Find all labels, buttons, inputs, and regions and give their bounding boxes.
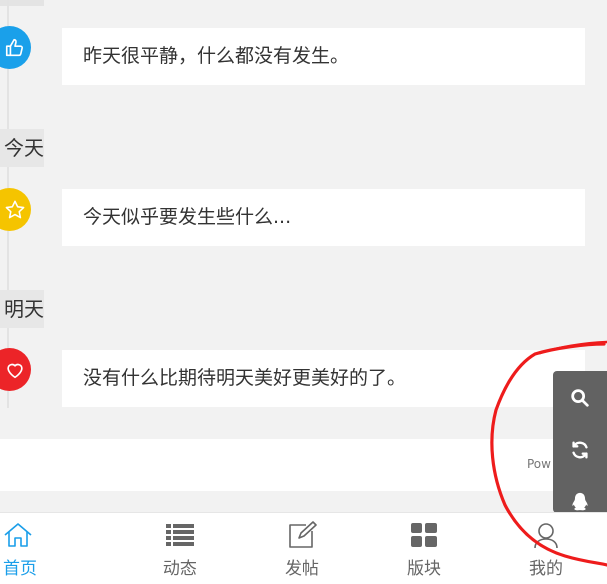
timeline-card: 今天似乎要发生些什么...: [62, 189, 585, 246]
tab-home-label: 首页: [3, 559, 37, 579]
tab-forums-label: 版块: [406, 559, 441, 579]
qq-penguin-icon: [572, 492, 588, 511]
bottom-tab-bar: 首页 动态 发帖 版块 我的: [0, 512, 607, 584]
footer: [0, 439, 607, 491]
list-icon: [165, 522, 194, 548]
user-icon: [532, 522, 560, 548]
star-icon: [0, 188, 31, 231]
timeline-card: 昨天很平静，什么都没有发生。: [62, 28, 585, 85]
timeline-card-text: 没有什么比期待明天美好更美好的了。: [83, 367, 407, 389]
tab-profile[interactable]: 我的: [485, 513, 607, 584]
timeline-card-text: 昨天很平静，什么都没有发生。: [83, 45, 350, 67]
timeline-card-text: 今天似乎要发生些什么...: [83, 206, 292, 228]
tab-activity[interactable]: 动态: [119, 513, 241, 584]
tab-compose[interactable]: 发帖: [241, 513, 363, 584]
refresh-icon: [572, 441, 588, 459]
tab-compose-label: 发帖: [284, 559, 319, 579]
search-icon: [571, 389, 589, 407]
powered-by-text: Pow: [527, 457, 551, 471]
day-label-today: 今天: [0, 129, 44, 167]
heart-icon: [0, 348, 31, 391]
tab-forums[interactable]: 版块: [363, 513, 485, 584]
grid-icon: [410, 522, 437, 548]
annotation-circle: [490, 340, 607, 567]
refresh-button[interactable]: [553, 430, 607, 470]
thumbs-up-icon: [0, 26, 31, 69]
tab-activity-label: 动态: [162, 559, 197, 579]
search-button[interactable]: [553, 378, 607, 418]
timeline-card: 没有什么比期待明天美好更美好的了。: [62, 350, 585, 407]
compose-icon: [287, 521, 317, 548]
day-label-tomorrow: 明天: [0, 290, 44, 328]
tab-profile-label: 我的: [528, 559, 563, 579]
floating-toolbar: [553, 371, 607, 513]
home-icon: [3, 522, 33, 548]
tab-home[interactable]: 首页: [0, 513, 119, 584]
